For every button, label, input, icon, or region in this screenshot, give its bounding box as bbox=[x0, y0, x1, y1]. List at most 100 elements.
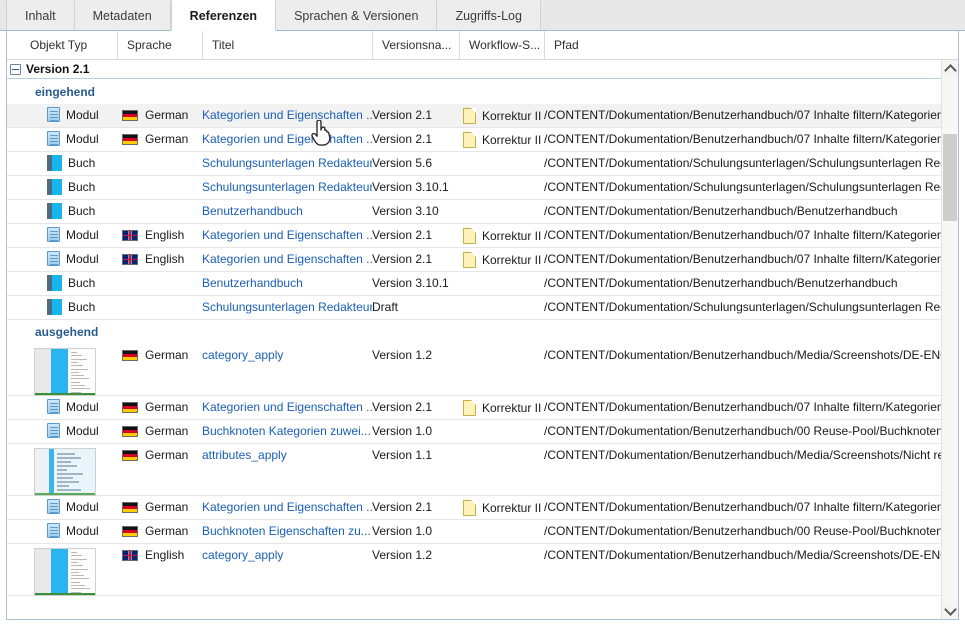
cell-objekt-typ: Buch bbox=[21, 296, 117, 319]
title-link[interactable]: Buchknoten Kategorien zuwei... bbox=[202, 424, 372, 438]
cell-versionsname: Version 2.1 bbox=[372, 128, 459, 151]
table-row[interactable]: German category_apply Version 1.2/CONTENT/… bbox=[7, 344, 941, 396]
cell-sprache: German bbox=[117, 344, 202, 395]
table-row[interactable]: Buch Benutzerhandbuch Version 3.10/CONTENT… bbox=[7, 200, 941, 224]
table-row[interactable]: Modul English Kategorien und Eigenschaften… bbox=[7, 224, 941, 248]
title-link[interactable]: Kategorien und Eigenschaften ... bbox=[202, 228, 372, 242]
language-wrapper: German bbox=[117, 424, 188, 438]
column-header-titel[interactable]: Titel bbox=[202, 31, 372, 59]
table-row[interactable]: Modul German Kategorien und Eigenschaften … bbox=[7, 104, 941, 128]
table-row[interactable]: Buch Schulungsunterlagen Redakteure Versio… bbox=[7, 176, 941, 200]
language-wrapper: English bbox=[117, 548, 184, 562]
path-label: /CONTENT/Dokumentation/Schulungsunterlag… bbox=[544, 300, 941, 314]
title-link[interactable]: category_apply bbox=[202, 348, 372, 362]
object-type-wrapper: Modul bbox=[21, 523, 99, 538]
module-icon bbox=[47, 523, 60, 538]
path-label: /CONTENT/Dokumentation/Schulungsunterlag… bbox=[544, 180, 941, 194]
table-row[interactable]: Modul German Buchknoten Eigenschaften zu..… bbox=[7, 520, 941, 544]
table-row[interactable]: Modul English Kategorien und Eigenschaften… bbox=[7, 248, 941, 272]
cell-sprache bbox=[117, 296, 202, 319]
object-type-wrapper: Buch bbox=[21, 155, 95, 171]
column-header-pfad[interactable]: Pfad bbox=[544, 31, 941, 59]
thumbnail-category-apply[interactable] bbox=[34, 348, 96, 396]
cell-objekt-typ: Buch bbox=[21, 176, 117, 199]
title-link[interactable]: category_apply bbox=[202, 548, 372, 562]
table-row[interactable]: Buch Benutzerhandbuch Version 3.10.1/CONTE… bbox=[7, 272, 941, 296]
object-type-wrapper: Buch bbox=[21, 179, 95, 195]
column-header-label: Sprache bbox=[127, 38, 172, 52]
group-header-label: Version 2.1 bbox=[26, 62, 90, 76]
title-link[interactable]: Schulungsunterlagen Redakteure bbox=[202, 156, 372, 170]
cell-sprache: German bbox=[117, 496, 202, 519]
title-link[interactable]: attributes_apply bbox=[202, 448, 372, 462]
language-label: German bbox=[145, 500, 189, 514]
cell-versionsname: Version 1.2 bbox=[372, 544, 459, 595]
language-wrapper: German bbox=[117, 108, 188, 122]
column-header-workflow-status[interactable]: Workflow-S... bbox=[459, 31, 544, 59]
column-header-sprache[interactable]: Sprache bbox=[117, 31, 202, 59]
scrollbar-thumb[interactable] bbox=[943, 134, 957, 221]
table-row[interactable]: Modul German Kategorien und Eigenschaften … bbox=[7, 496, 941, 520]
version-label: Draft bbox=[372, 300, 399, 314]
collapse-minus-icon[interactable] bbox=[10, 63, 21, 75]
object-type-label: Buch bbox=[68, 180, 96, 194]
workflow-wrapper: Korrektur II bbox=[459, 498, 541, 516]
cell-titel: Kategorien und Eigenschaften ... bbox=[202, 104, 372, 127]
path-label: /CONTENT/Dokumentation/Benutzerhandbuch/… bbox=[544, 548, 941, 562]
cell-versionsname: Version 1.2 bbox=[372, 344, 459, 395]
title-link[interactable]: Kategorien und Eigenschaften ... bbox=[202, 108, 372, 122]
document-yellow-icon bbox=[463, 252, 476, 268]
path-label: /CONTENT/Dokumentation/Schulungsunterlag… bbox=[544, 156, 941, 170]
column-header-objekt-typ[interactable]: Objekt Typ bbox=[21, 31, 117, 59]
path-label: /CONTENT/Dokumentation/Benutzerhandbuch/… bbox=[544, 252, 941, 266]
title-link[interactable]: Schulungsunterlagen Redakteure bbox=[202, 180, 372, 194]
table-row[interactable]: Modul German Kategorien und Eigenschaften … bbox=[7, 128, 941, 152]
object-type-label: Modul bbox=[66, 107, 99, 122]
cell-versionsname: Draft bbox=[372, 296, 459, 319]
path-label: /CONTENT/Dokumentation/Benutzerhandbuch/… bbox=[544, 276, 898, 290]
scroll-up-button[interactable] bbox=[942, 60, 958, 77]
thumbnail-category-apply[interactable] bbox=[34, 548, 96, 596]
workflow-status-label: Korrektur II bbox=[482, 401, 542, 415]
tab-referenzen[interactable]: Referenzen bbox=[170, 0, 277, 31]
english-flag-icon bbox=[122, 253, 138, 265]
column-header-label: Titel bbox=[212, 38, 235, 52]
column-header-label: Workflow-S... bbox=[469, 38, 541, 52]
cell-workflow-status bbox=[459, 344, 544, 395]
thumbnail-attributes-apply[interactable] bbox=[34, 448, 96, 496]
cell-titel: Kategorien und Eigenschaften ... bbox=[202, 396, 372, 419]
cell-pfad: /CONTENT/Dokumentation/Schulungsunterlag… bbox=[544, 152, 941, 175]
title-link[interactable]: Benutzerhandbuch bbox=[202, 204, 372, 218]
object-type-label: Buch bbox=[68, 276, 96, 290]
title-link[interactable]: Kategorien und Eigenschaften ... bbox=[202, 132, 372, 146]
title-link[interactable]: Schulungsunterlagen Redakteure bbox=[202, 300, 372, 314]
path-label: /CONTENT/Dokumentation/Benutzerhandbuch/… bbox=[544, 132, 941, 146]
cell-versionsname: Version 5.6 bbox=[372, 152, 459, 175]
table-row[interactable]: Modul German Kategorien und Eigenschaften … bbox=[7, 396, 941, 420]
group-header-row[interactable]: Version 2.1 bbox=[7, 60, 958, 79]
scroll-down-button[interactable] bbox=[942, 602, 958, 619]
title-link[interactable]: Kategorien und Eigenschaften ... bbox=[202, 252, 372, 266]
title-link[interactable]: Kategorien und Eigenschaften ... bbox=[202, 500, 372, 514]
table-row[interactable]: Buch Schulungsunterlagen Redakteure Draft /… bbox=[7, 296, 941, 320]
title-link[interactable]: Kategorien und Eigenschaften ... bbox=[202, 400, 372, 414]
version-label: Version 1.0 bbox=[372, 424, 433, 438]
workflow-status-label: Korrektur II bbox=[482, 253, 542, 267]
tab-zugriffs-log[interactable]: Zugriffs-Log bbox=[437, 0, 541, 30]
vertical-scrollbar[interactable] bbox=[941, 60, 958, 619]
title-link[interactable]: Benutzerhandbuch bbox=[202, 276, 372, 290]
cell-objekt-typ: Modul bbox=[21, 248, 117, 271]
cell-sprache: German bbox=[117, 396, 202, 419]
table-row[interactable]: English category_apply Version 1.2/CONTENT… bbox=[7, 544, 941, 596]
tab-sprachen-versionen[interactable]: Sprachen & Versionen bbox=[276, 0, 438, 30]
workflow-status-label: Korrektur II bbox=[482, 501, 542, 515]
cell-workflow-status: Korrektur II bbox=[459, 224, 544, 247]
table-row[interactable]: German attributes_apply Version 1.1/CONTEN… bbox=[7, 444, 941, 496]
language-wrapper: German bbox=[117, 132, 188, 146]
column-header-versionsname[interactable]: Versionsna... bbox=[372, 31, 459, 59]
table-row[interactable]: Buch Schulungsunterlagen Redakteure Versio… bbox=[7, 152, 941, 176]
table-row[interactable]: Modul German Buchknoten Kategorien zuwei..… bbox=[7, 420, 941, 444]
tab-inhalt[interactable]: Inhalt bbox=[6, 0, 75, 30]
title-link[interactable]: Buchknoten Eigenschaften zu... bbox=[202, 524, 372, 538]
tab-metadaten[interactable]: Metadaten bbox=[74, 0, 171, 30]
